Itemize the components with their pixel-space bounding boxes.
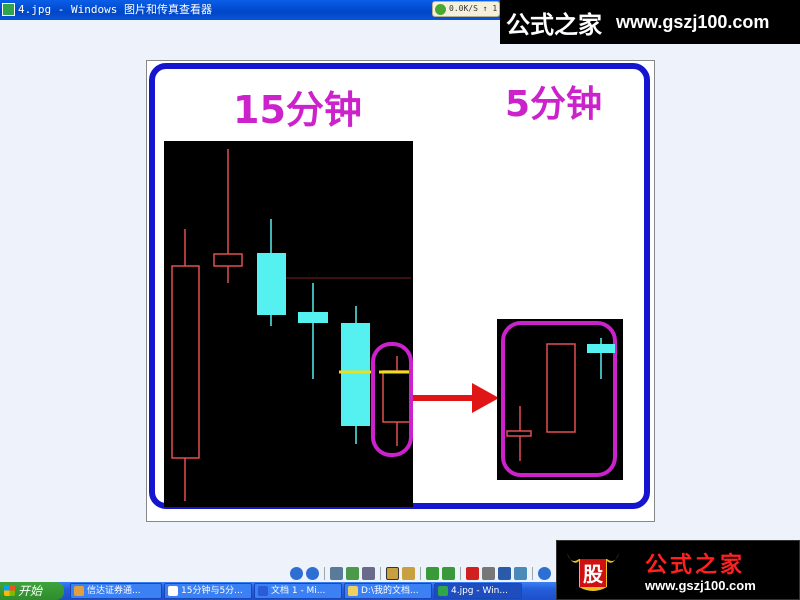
candle-5	[341, 306, 370, 444]
zoom-in-icon[interactable]	[386, 566, 399, 580]
save-icon[interactable]	[498, 566, 511, 580]
candle-5min-2	[546, 343, 576, 433]
panel-15min	[164, 141, 413, 507]
toolbar-separator	[324, 566, 325, 580]
toolbar-separator	[420, 566, 421, 580]
edit-icon[interactable]	[514, 566, 527, 580]
brand-watermark-top: 公式之家 www.gszj100.com	[500, 0, 800, 44]
app-icon	[258, 586, 268, 596]
label-15min: 15分钟	[233, 88, 362, 132]
viewer-toolbar	[290, 564, 551, 582]
toolbar-separator	[460, 566, 461, 580]
app-icon	[74, 586, 84, 596]
logo-char: 股	[583, 562, 603, 586]
brand-url: www.gszj100.com	[616, 11, 770, 32]
app-icon	[168, 586, 178, 596]
delete-icon[interactable]	[466, 566, 479, 580]
taskbar-item-label: 文档 1 - Mi...	[271, 586, 326, 596]
red-arrow	[413, 383, 499, 413]
rotate-cw-icon[interactable]	[426, 566, 439, 580]
folder-icon	[348, 586, 358, 596]
candlestick-image: 15分钟 5分钟	[149, 63, 650, 509]
taskbar-item[interactable]: 15分钟与5分...	[164, 583, 252, 599]
best-fit-icon[interactable]	[330, 566, 343, 580]
app-icon	[2, 3, 15, 16]
windows-logo-icon	[4, 585, 15, 596]
brand-name: 公式之家	[645, 553, 746, 578]
app-icon	[438, 586, 448, 596]
taskbar-item[interactable]: 文档 1 - Mi...	[254, 583, 342, 599]
taskbar-item[interactable]: D:\我的文档...	[344, 583, 432, 599]
taskbar-item[interactable]: 4.jpg - Win...	[434, 583, 522, 599]
network-speed-widget[interactable]: 0.0K/S ↑ 1.	[432, 1, 500, 17]
taskbar-item-label: D:\我的文档...	[361, 586, 419, 596]
toolbar-separator	[380, 566, 381, 580]
brand-url: www.gszj100.com	[645, 578, 756, 593]
previous-icon[interactable]	[290, 566, 303, 580]
brand-watermark-bottom: 股 公式之家 www.gszj100.com	[556, 540, 800, 600]
taskbar-item-label: 15分钟与5分...	[181, 586, 243, 596]
brand-name: 公式之家	[506, 10, 602, 39]
actual-size-icon[interactable]	[346, 566, 359, 580]
bull-logo-icon: 股	[567, 553, 619, 591]
taskbar-item[interactable]: 信达证券通...	[70, 583, 162, 599]
zoom-out-icon[interactable]	[402, 566, 415, 580]
help-icon[interactable]	[538, 566, 551, 580]
network-icon	[435, 4, 446, 15]
start-button[interactable]: 开始	[0, 582, 64, 600]
slideshow-icon[interactable]	[362, 566, 375, 580]
print-icon[interactable]	[482, 566, 495, 580]
rotate-ccw-icon[interactable]	[442, 566, 455, 580]
next-icon[interactable]	[306, 566, 319, 580]
taskbar-item-label: 信达证券通...	[87, 586, 141, 596]
image-viewer-canvas: 15分钟 5分钟	[146, 60, 655, 522]
start-label: 开始	[18, 584, 43, 598]
label-5min: 5分钟	[505, 84, 602, 125]
toolbar-separator	[532, 566, 533, 580]
network-speed-text: 0.0K/S ↑ 1.	[449, 4, 500, 13]
taskbar-item-label: 4.jpg - Win...	[451, 586, 508, 596]
window-title: 4.jpg - Windows 图片和传真查看器	[18, 3, 212, 16]
